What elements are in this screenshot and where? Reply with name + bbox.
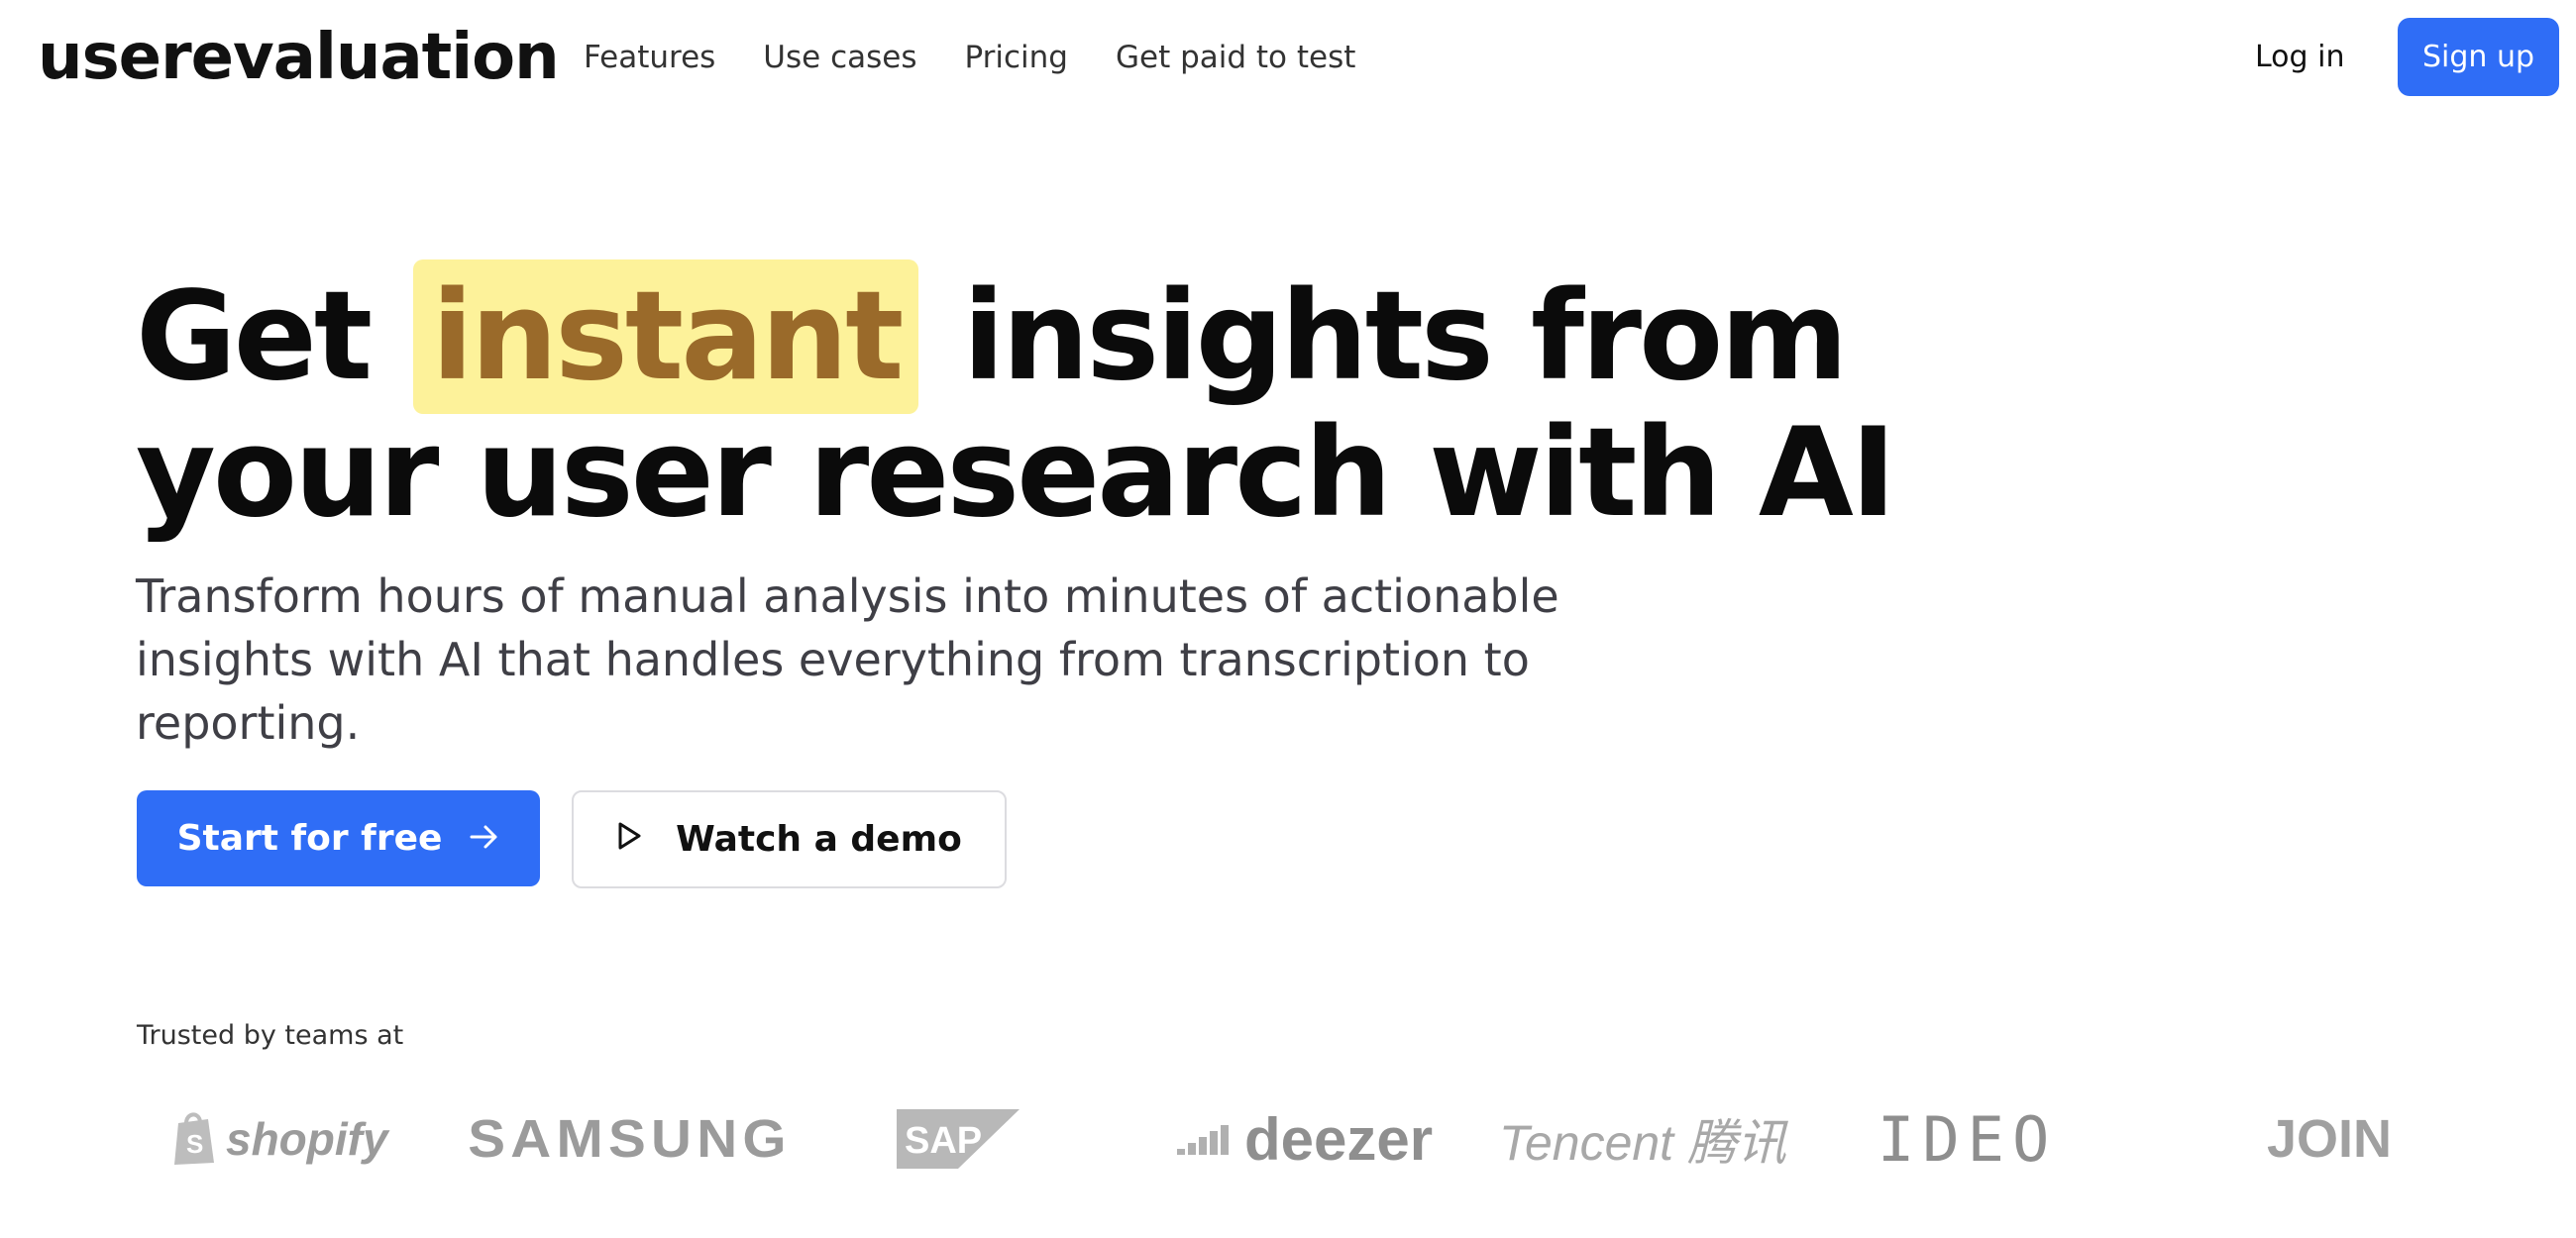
headline-part-2: insights from your user research with AI <box>136 265 1896 545</box>
start-for-free-button[interactable]: Start for free <box>137 790 540 886</box>
tencent-logo: Tencent 腾讯 <box>1499 1115 1786 1171</box>
customer-logos: S shopify SAMSUNG SAP deezer Tencent 腾讯 … <box>137 1089 2445 1188</box>
signup-button[interactable]: Sign up <box>2398 18 2559 96</box>
headline-part-1: Get <box>136 265 373 408</box>
main-nav: Features Use cases Pricing Get paid to t… <box>584 36 1355 79</box>
nav-pricing[interactable]: Pricing <box>964 36 1068 79</box>
sap-logo: SAP <box>897 1089 1021 1188</box>
arrow-right-icon <box>470 818 499 859</box>
svg-text:SAP: SAP <box>905 1120 982 1162</box>
hero-headline: Get instant insights from your user rese… <box>136 259 2117 535</box>
svg-text:S: S <box>186 1129 203 1159</box>
trusted-by-label: Trusted by teams at <box>137 1020 404 1051</box>
headline-highlight: instant <box>413 259 919 414</box>
watch-demo-label: Watch a demo <box>676 819 962 860</box>
shopify-logo: S shopify <box>168 1089 388 1188</box>
nav-use-cases[interactable]: Use cases <box>763 36 916 79</box>
start-for-free-label: Start for free <box>176 818 443 859</box>
deezer-logo: deezer <box>1177 1089 1433 1188</box>
top-navbar: userevaluation Features Use cases Pricin… <box>0 0 2576 115</box>
site-logo[interactable]: userevaluation <box>38 22 560 93</box>
play-icon <box>616 819 642 860</box>
samsung-logo: SAMSUNG <box>468 1109 792 1169</box>
hero-subtext: Transform hours of manual analysis into … <box>136 569 1559 750</box>
login-link[interactable]: Log in <box>2255 36 2344 79</box>
watch-demo-button[interactable]: Watch a demo <box>572 790 1007 888</box>
nav-get-paid-to-test[interactable]: Get paid to test <box>1116 36 1355 79</box>
ideo-logo: IDEO <box>1878 1102 2058 1176</box>
nav-features[interactable]: Features <box>584 36 715 79</box>
join-logo: JOIN <box>2267 1109 2393 1169</box>
